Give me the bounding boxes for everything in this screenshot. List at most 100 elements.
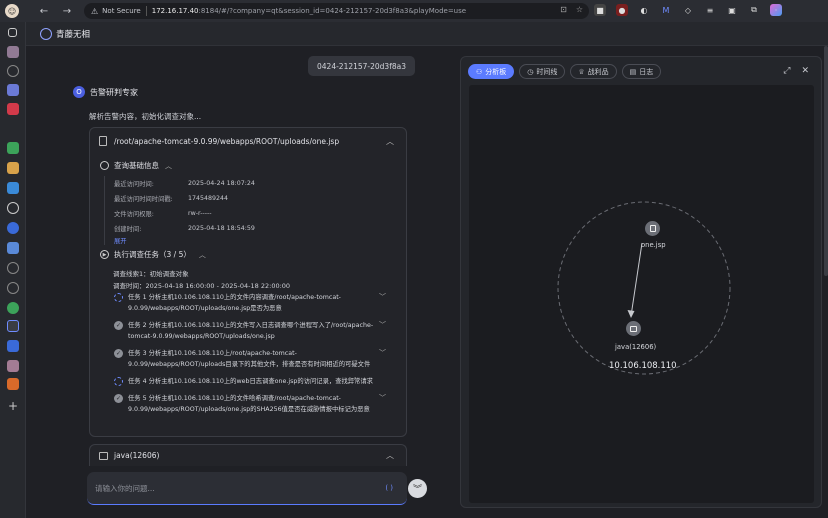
input-placeholder: 请输入你的问题... [95, 483, 155, 493]
add-tab-icon[interactable]: + [7, 400, 19, 412]
collections-icon[interactable]: ⧉ [748, 4, 760, 16]
basic-info-list: 最近访问时间: 2025-04-24 18:07:24 最近访问时间时间戳: 174… [104, 176, 255, 245]
chevron-down-icon[interactable]: ﹀ [349, 376, 356, 386]
sidebar-tab-icon[interactable] [7, 340, 19, 352]
tab-label: 时间线 [536, 67, 558, 76]
tab-groups-icon[interactable]: ≡ [704, 4, 716, 16]
task-text: 任务 4 分析主机10.106.108.110上的web日志调查one.jsp的… [128, 378, 373, 385]
back-icon[interactable]: ← [37, 4, 51, 18]
task-list: 任务 1 分析主机10.106.108.110上的文件内容调查/root/apa… [114, 292, 394, 421]
input-tool-icon[interactable]: ( ) [385, 484, 393, 492]
info-value: 2025-04-18 18:54:59 [188, 225, 255, 232]
agent-header: O 告警研判专家 [73, 86, 138, 98]
chevron-up-icon[interactable]: ︿ [199, 250, 206, 260]
close-icon[interactable]: ✕ [801, 66, 809, 76]
play-icon: ▶ [100, 250, 109, 259]
sidebar-tab-icon[interactable] [7, 103, 19, 115]
chevron-up-icon[interactable]: ︿ [165, 161, 172, 171]
info-key: 创建时间: [114, 226, 142, 233]
basic-info-section-header[interactable]: 查询基础信息 ︿ [100, 160, 172, 171]
sidebar-tab-icon[interactable] [7, 262, 19, 274]
trophy-icon: ♕ [578, 67, 585, 76]
tab-timeline[interactable]: ◷ 时间线 [519, 64, 566, 79]
sidebar-tab-icon[interactable] [7, 360, 19, 372]
sidebar-tab-icon[interactable] [7, 65, 19, 77]
warning-icon: ⚠ [91, 6, 99, 16]
sidebar-tab-icon[interactable] [7, 162, 19, 174]
process-name: java(12606) [114, 451, 160, 460]
edge-arrow [630, 242, 643, 317]
info-value: rw-r----- [188, 210, 212, 217]
page-scrollbar[interactable] [824, 46, 828, 276]
task-item[interactable]: 任务 1 分析主机10.106.108.110上的文件内容调查/root/apa… [114, 292, 394, 314]
tab-loot[interactable]: ♕ 战利品 [570, 64, 617, 79]
task-section-label: 执行调查任务（3 / 5） [114, 250, 191, 259]
sidebar-tab-icon-active[interactable] [7, 320, 19, 332]
chevron-down-icon[interactable]: ﹀ [379, 348, 386, 358]
file-investigation-card: /root/apache-tomcat-9.0.99/webapps/ROOT/… [89, 127, 407, 437]
profile-avatar[interactable]: ☺ [5, 4, 19, 18]
task-item[interactable]: 任务 4 分析主机10.106.108.110上的web日志调查one.jsp的… [114, 376, 394, 387]
url-host: 172.16.17.40 [151, 7, 199, 15]
basic-info-label: 查询基础信息 [114, 161, 159, 170]
task-text: 任务 1 分析主机10.106.108.110上的文件内容调查/root/apa… [128, 294, 341, 312]
extension-icon[interactable]: ● [616, 4, 628, 16]
sidebar-tab-icon[interactable] [7, 142, 19, 154]
chat-area: 0424-212157-20d3f8a3 O 告警研判专家 解析告警内容，初始化… [26, 46, 458, 518]
chevron-down-icon[interactable]: ﹀ [379, 393, 386, 403]
extension-icon[interactable]: M [660, 4, 672, 16]
task-item[interactable]: ✓ 任务 5 分析主机10.106.108.110上的文件哈希调查/root/a… [114, 393, 394, 415]
sidebar-icon[interactable]: ▣ [726, 4, 738, 16]
file-node-label: one.jsp [641, 241, 666, 249]
chevron-down-icon[interactable]: ﹀ [379, 292, 386, 302]
extension-icon[interactable]: ◇ [682, 4, 694, 16]
relationship-graph[interactable]: one.jsp java(12606) 10.106.108.110 [469, 85, 814, 503]
sidebar-tab-icon[interactable] [7, 182, 19, 194]
chevron-up-icon[interactable]: ︿ [386, 136, 394, 147]
task-item[interactable]: ✓ 任务 3 分析主机10.106.108.110上/root/apache-t… [114, 348, 394, 370]
file-path: /root/apache-tomcat-9.0.99/webapps/ROOT/… [114, 136, 340, 146]
file-node-icon[interactable] [645, 221, 660, 236]
task-section-header[interactable]: ▶ 执行调查任务（3 / 5） ︿ [100, 249, 206, 260]
bookmark-star-icon[interactable]: ☆ [576, 5, 583, 14]
file-icon [99, 136, 107, 146]
extension-icon[interactable]: ◐ [638, 4, 650, 16]
info-value: 2025-04-24 18:07:24 [188, 180, 255, 187]
address-bar[interactable]: ⚠ Not Secure 172.16.17.40 :8184/#/?compa… [84, 3, 589, 19]
tab-analysis-board[interactable]: ⚇ 分析板 [468, 64, 515, 79]
extension-icon[interactable]: ■ [594, 4, 606, 16]
sidebar-tab-icon[interactable] [7, 84, 19, 96]
sidebar-tab-icon[interactable] [7, 378, 19, 390]
browser-toolbar: ☺ ← → ↻ ⚠ Not Secure 172.16.17.40 :8184/… [0, 0, 828, 22]
sidebar-tab-icon[interactable] [7, 302, 19, 314]
chat-input[interactable]: 请输入你的问题... ( ) [87, 472, 407, 505]
sidebar-tab-icon[interactable] [8, 28, 17, 37]
host-ip-label: 10.106.108.110 [609, 361, 677, 371]
analysis-panel: ⚇ 分析板 ◷ 时间线 ♕ 战利品 ▤ 日志 ⤢ ✕ one.jsp java(1260… [460, 56, 822, 508]
info-key: 文件访问权限: [114, 211, 154, 218]
chevron-up-icon[interactable]: ︿ [386, 450, 394, 461]
sidebar-tab-icon[interactable] [7, 46, 19, 58]
check-icon: ✓ [114, 349, 123, 358]
tab-logs[interactable]: ▤ 日志 [621, 64, 662, 79]
sidebar-tab-icon[interactable] [7, 242, 19, 254]
agent-avatar: O [73, 86, 85, 98]
sidebar-tab-icon[interactable] [7, 282, 19, 294]
url-path: :8184/#/?company=qt&session_id=0424-2121… [198, 7, 467, 15]
expand-link[interactable]: 展开 [114, 236, 255, 245]
task-item[interactable]: ✓ 任务 2 分析主机10.106.108.110上的文件写入日志调查哪个进程写… [114, 320, 394, 342]
install-app-icon[interactable]: ⊡ [560, 5, 567, 14]
task-text: 任务 5 分析主机10.106.108.110上的文件哈希调查/root/apa… [128, 395, 370, 413]
github-icon[interactable] [7, 202, 19, 214]
copilot-icon[interactable]: · [770, 4, 782, 16]
scroll-down-button[interactable]: ︾ [408, 479, 427, 498]
sidebar-tab-icon[interactable] [7, 222, 19, 234]
process-node-icon[interactable] [626, 321, 641, 336]
tab-label: 分析板 [485, 67, 507, 76]
process-node-label: java(12606) [615, 343, 657, 351]
card-header[interactable]: /root/apache-tomcat-9.0.99/webapps/ROOT/… [90, 128, 406, 154]
expand-icon[interactable]: ⤢ [783, 66, 790, 76]
process-card-header[interactable]: java(12606) ︿ [89, 444, 407, 466]
chevron-down-icon[interactable]: ﹀ [379, 320, 386, 330]
forward-icon[interactable]: → [60, 4, 74, 18]
